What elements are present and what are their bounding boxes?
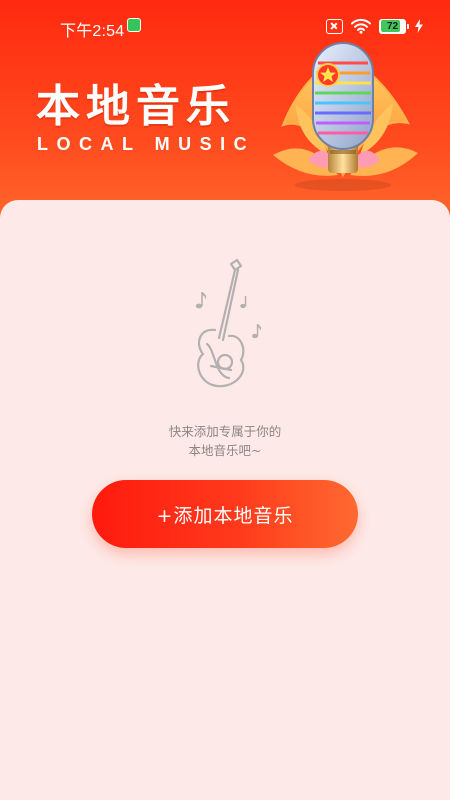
microphone-icon <box>273 42 418 191</box>
add-local-music-button[interactable]: +添加本地音乐 <box>92 480 358 548</box>
page-subtitle: LOCAL MUSIC <box>37 134 256 154</box>
empty-hint-line1: 快来添加专属于你的 <box>168 424 282 439</box>
empty-hint-line2: 本地音乐吧~ <box>188 443 262 458</box>
header-banner: 下午2:54 72 本地音乐 LOCAL MUSIC <box>0 0 450 230</box>
wifi-icon <box>351 18 371 34</box>
empty-hint: 快来添加专属于你的 本地音乐吧~ <box>0 422 450 460</box>
status-time: 下午2:54 <box>60 23 125 40</box>
battery-level: 72 <box>386 20 399 32</box>
charging-bolt-icon <box>415 19 423 33</box>
status-icons: 72 <box>326 17 424 35</box>
battery-icon: 72 <box>379 18 409 34</box>
sim-off-icon <box>326 18 343 34</box>
app-notification-icon <box>127 18 141 32</box>
page-title: 本地音乐 <box>36 81 236 132</box>
guitar-icon <box>195 258 262 388</box>
empty-state-panel: 快来添加专属于你的 本地音乐吧~ +添加本地音乐 <box>0 200 450 800</box>
